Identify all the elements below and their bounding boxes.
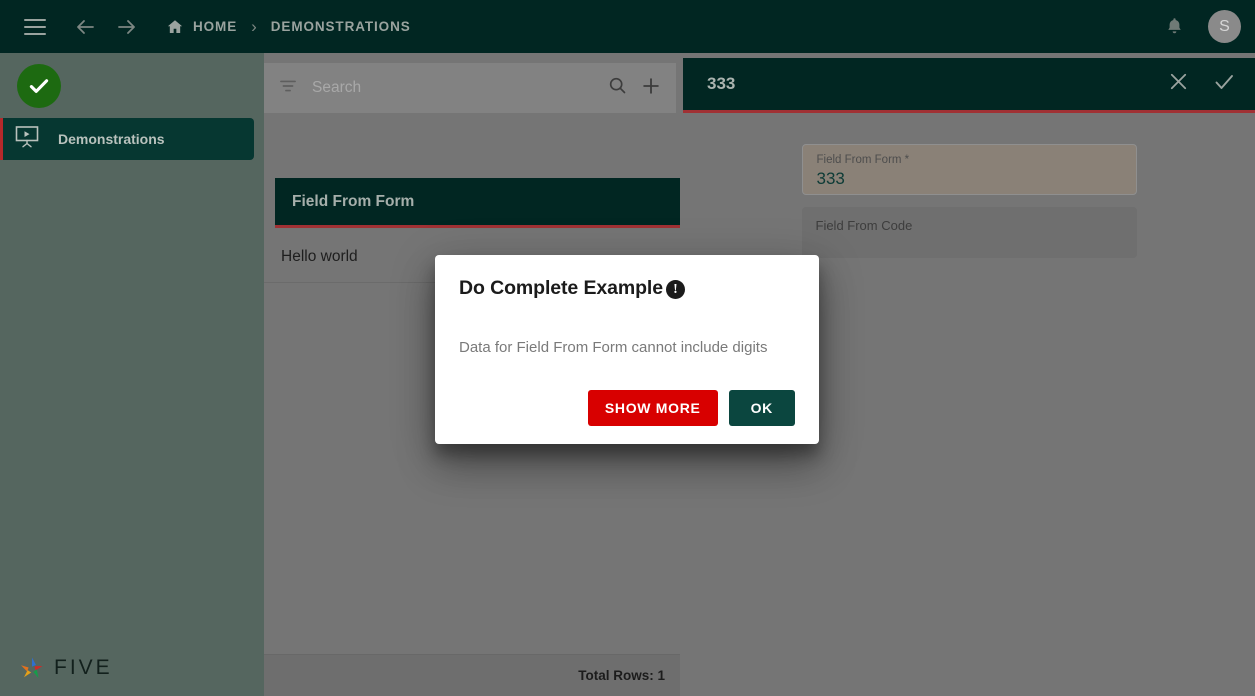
total-rows-label: Total Rows: 1 [578, 668, 665, 683]
brand-logo: FIVE [18, 654, 113, 682]
breadcrumb-current-label: DEMONSTRATIONS [270, 19, 411, 34]
dialog-title-row: Do Complete Example ! [459, 277, 795, 300]
exclamation-circle-icon: ! [665, 280, 685, 299]
presentation-icon [14, 125, 40, 154]
detail-actions [1167, 70, 1236, 99]
sidebar-item-demonstrations[interactable]: Demonstrations [0, 118, 254, 160]
dialog-message: Data for Field From Form cannot include … [459, 339, 768, 356]
exclamation-glyph: ! [673, 281, 678, 297]
breadcrumb-item-current[interactable]: DEMONSTRATIONS [271, 19, 411, 34]
search-bar [264, 63, 676, 113]
back-button[interactable] [72, 14, 98, 40]
home-icon [167, 19, 183, 33]
search-input[interactable] [310, 78, 595, 98]
check-icon [29, 78, 49, 93]
detail-header: 333 [683, 58, 1255, 113]
breadcrumb-item-home[interactable]: HOME [166, 18, 237, 36]
bell-icon [1167, 18, 1181, 34]
check-icon[interactable] [1212, 70, 1236, 99]
ok-button[interactable]: OK [728, 390, 795, 426]
filter-icon[interactable] [278, 76, 298, 101]
sidebar: Demonstrations FIVE [0, 53, 264, 696]
breadcrumb-separator-icon: › [251, 17, 257, 36]
breadcrumb-home-label: HOME [193, 19, 238, 34]
close-icon[interactable] [1167, 70, 1190, 98]
hamburger-icon [24, 18, 46, 35]
list-header: Field From Form [275, 178, 680, 228]
list-item-label: Hello world [281, 247, 358, 265]
notifications-button[interactable] [1159, 12, 1189, 42]
forward-button[interactable] [114, 14, 140, 40]
check-circle-icon [17, 63, 61, 108]
avatar[interactable]: S [1208, 10, 1241, 43]
list-footer: Total Rows: 1 [264, 654, 680, 696]
top-bar: HOME › DEMONSTRATIONS S [0, 0, 1255, 53]
field-from-code-label: Field From Code [815, 218, 913, 233]
field-from-form-label: Field From Form * [816, 154, 910, 166]
arrow-right-icon [118, 19, 135, 34]
arrow-left-icon [77, 19, 94, 34]
breadcrumb: HOME › DEMONSTRATIONS [166, 18, 411, 36]
sidebar-item-label: Demonstrations [58, 131, 165, 147]
menu-button[interactable] [20, 12, 50, 42]
field-from-form[interactable]: Field From Form * 333 [801, 144, 1137, 195]
navigation-arrows [72, 14, 140, 40]
field-from-code[interactable]: Field From Code [801, 207, 1137, 258]
five-star-icon [21, 657, 43, 678]
avatar-initial: S [1219, 17, 1230, 35]
plus-icon[interactable] [640, 75, 662, 102]
search-icon[interactable] [607, 75, 628, 101]
show-more-button[interactable]: SHOW MORE [587, 390, 718, 426]
brand-name: FIVE [54, 656, 113, 679]
top-bar-right: S [1159, 10, 1241, 43]
list-header-title: Field From Form [292, 192, 415, 210]
sidebar-logo [0, 53, 264, 118]
dialog-actions: SHOW MORE OK [587, 390, 795, 426]
field-from-form-value: 333 [816, 169, 845, 188]
app-root: HOME › DEMONSTRATIONS S Demonstrations F… [0, 0, 1255, 696]
detail-title: 333 [707, 74, 736, 93]
validation-dialog: Do Complete Example ! Data for Field Fro… [435, 255, 819, 444]
dialog-title: Do Complete Example [459, 277, 663, 299]
